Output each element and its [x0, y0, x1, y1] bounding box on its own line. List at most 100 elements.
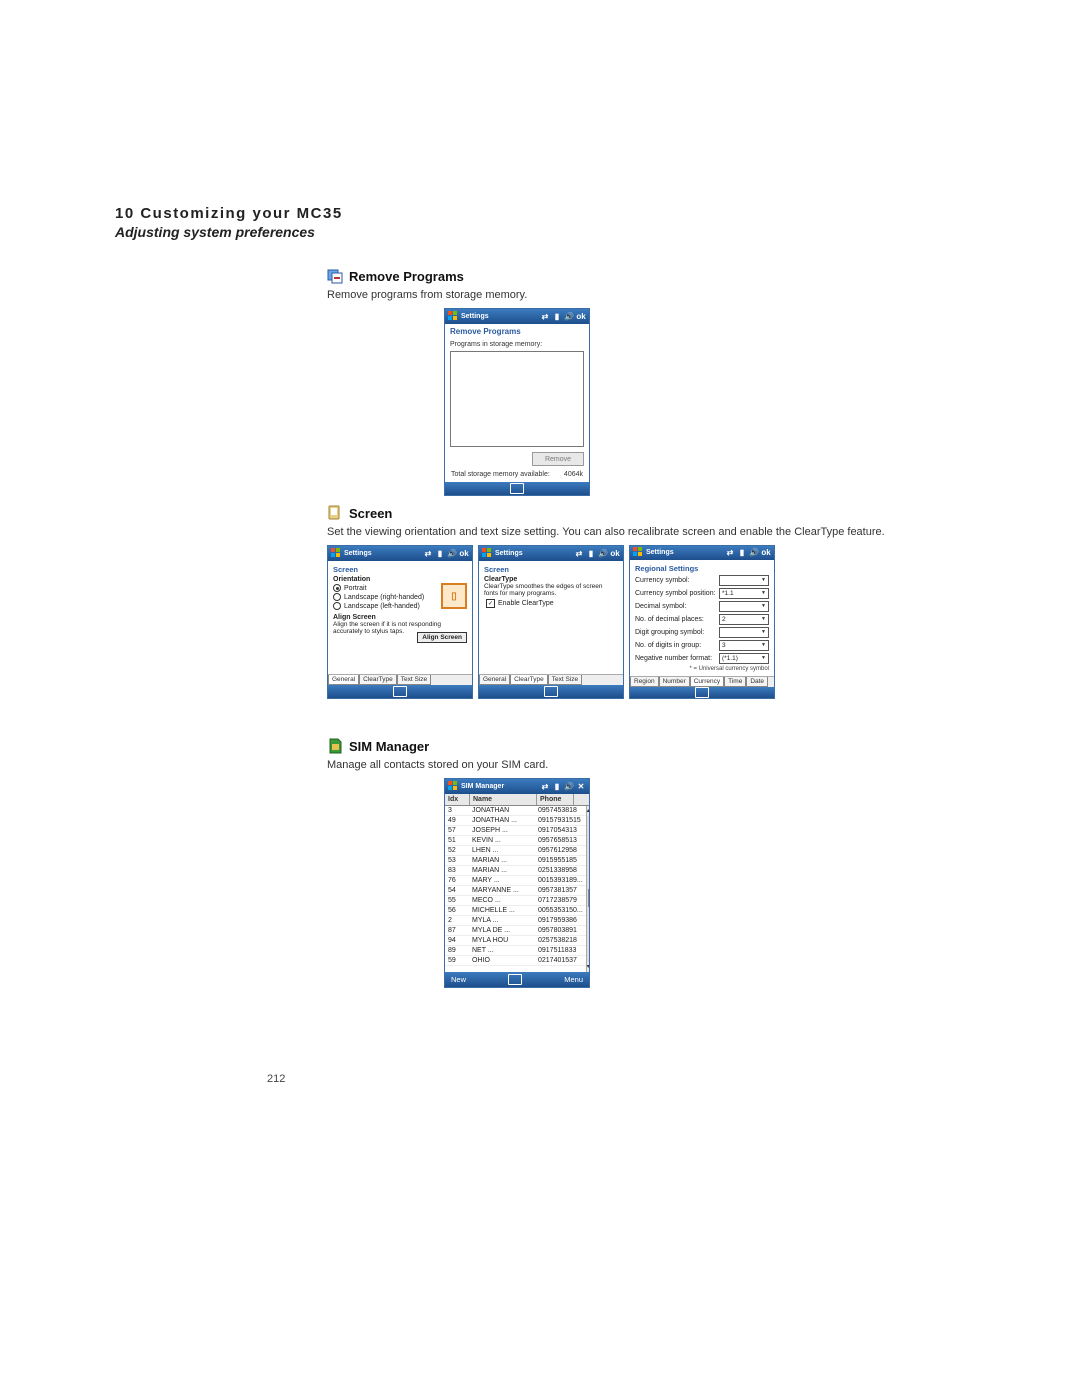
menu-button[interactable]: Menu	[564, 975, 583, 984]
tab-date[interactable]: Date	[746, 677, 768, 687]
keyboard-icon[interactable]	[510, 483, 524, 494]
signal-icon[interactable]: ▮	[435, 549, 445, 558]
ok-button[interactable]: ok	[576, 312, 586, 321]
ok-button[interactable]: ok	[761, 548, 771, 557]
tabs: Region Number Currency Time Date	[630, 676, 774, 687]
connectivity-icon[interactable]: ⇄	[540, 312, 550, 321]
table-row[interactable]: 51KEVIN ...0957658513	[445, 836, 586, 846]
document-page: 10 Customizing your MC35 Adjusting syste…	[0, 0, 1080, 1397]
col-phone[interactable]: Phone	[537, 794, 574, 805]
table-row[interactable]: 3JONATHAN0957453818	[445, 806, 586, 816]
currency-note: * = Universal currency symbol	[635, 666, 769, 672]
scroll-down-icon[interactable]: ▾	[587, 962, 589, 972]
programs-list[interactable]	[450, 351, 584, 447]
section-title-text: Remove Programs	[349, 269, 464, 284]
radio-portrait[interactable]: Portrait	[333, 584, 437, 592]
signal-icon[interactable]: ▮	[552, 782, 562, 791]
scroll-thumb[interactable]	[588, 889, 589, 907]
start-icon[interactable]	[633, 547, 643, 559]
tab-text-size[interactable]: Text Size	[548, 675, 582, 685]
col-name[interactable]: Name	[470, 794, 537, 805]
close-icon[interactable]: ✕	[576, 782, 586, 791]
radio-label: Landscape (right-handed)	[344, 594, 424, 601]
table-row[interactable]: 49JONATHAN ...09157931515	[445, 816, 586, 826]
signal-icon[interactable]: ▮	[737, 548, 747, 557]
table-row[interactable]: 87MYLA DE ...0957803891	[445, 926, 586, 936]
volume-icon[interactable]: 🔊	[598, 549, 608, 558]
tab-cleartype[interactable]: ClearType	[510, 675, 548, 685]
programs-label: Programs in storage memory:	[445, 339, 589, 351]
start-icon[interactable]	[448, 781, 458, 793]
bottom-bar	[479, 685, 623, 698]
digits-in-group-select[interactable]: 3▼	[719, 640, 769, 651]
table-row[interactable]: 76MARY ...0015393189...	[445, 876, 586, 886]
connectivity-icon[interactable]: ⇄	[725, 548, 735, 557]
scroll-up-icon[interactable]: ▴	[587, 806, 589, 816]
volume-icon[interactable]: 🔊	[564, 782, 574, 791]
keyboard-icon[interactable]	[695, 687, 709, 698]
tab-region[interactable]: Region	[630, 677, 659, 687]
new-button[interactable]: New	[451, 975, 466, 984]
tab-number[interactable]: Number	[659, 677, 690, 687]
digit-grouping-select[interactable]: ▼	[719, 627, 769, 638]
currency-position-select[interactable]: *1.1▼	[719, 588, 769, 599]
titlebar: Settings ⇄▮🔊ok	[479, 546, 623, 561]
table-row[interactable]: 55MECO ...0717238579	[445, 896, 586, 906]
panel-title: Screen	[333, 565, 467, 574]
signal-icon[interactable]: ▮	[586, 549, 596, 558]
sim-contact-list[interactable]: 3JONATHAN095745381849JONATHAN ...0915793…	[445, 806, 586, 972]
table-row[interactable]: 57JOSEPH ...0917054313	[445, 826, 586, 836]
tab-text-size[interactable]: Text Size	[397, 675, 431, 685]
table-row[interactable]: 89NET ...0917511833	[445, 946, 586, 956]
radio-landscape-left[interactable]: Landscape (left-handed)	[333, 602, 437, 610]
table-row[interactable]: 52LHEN ...0957612958	[445, 846, 586, 856]
window-title: Settings	[461, 313, 537, 320]
tab-cleartype[interactable]: ClearType	[359, 675, 397, 685]
ok-button[interactable]: ok	[610, 549, 620, 558]
tab-currency[interactable]: Currency	[690, 677, 724, 687]
negative-format-select[interactable]: (*1.1)▼	[719, 653, 769, 664]
scrollbar[interactable]: ▴ ▾	[586, 806, 589, 972]
table-row[interactable]: 94Myla hou0257538218	[445, 936, 586, 946]
signal-icon[interactable]: ▮	[552, 312, 562, 321]
decimal-symbol-select[interactable]: ▼	[719, 601, 769, 612]
table-row[interactable]: 83MARIAN ...0251338958	[445, 866, 586, 876]
negative-format-label: Negative number format:	[635, 655, 712, 662]
table-row[interactable]: 2MYLA ...0917959386	[445, 916, 586, 926]
decimal-places-select[interactable]: 2▼	[719, 614, 769, 625]
tab-general[interactable]: General	[328, 675, 359, 685]
enable-cleartype-checkbox[interactable]: ✓ Enable ClearType	[486, 599, 618, 608]
bottom-bar: New Menu	[445, 972, 589, 987]
table-row[interactable]: 53MARIAN ...0915955185	[445, 856, 586, 866]
connectivity-icon[interactable]: ⇄	[540, 782, 550, 791]
section-sim-manager: SIM Manager Manage all contacts stored o…	[327, 738, 965, 988]
radio-landscape-right[interactable]: Landscape (right-handed)	[333, 593, 437, 601]
table-row[interactable]: 56MICHELLE ...0055353150...	[445, 906, 586, 916]
keyboard-icon[interactable]	[393, 686, 407, 697]
tab-general[interactable]: General	[479, 675, 510, 685]
checkbox-label: Enable ClearType	[498, 600, 554, 607]
connectivity-icon[interactable]: ⇄	[423, 549, 433, 558]
remove-button[interactable]: Remove	[532, 452, 584, 466]
table-row[interactable]: 59OHIO0217401537	[445, 956, 586, 966]
titlebar: Settings ⇄ ▮ 🔊 ok	[445, 309, 589, 324]
keyboard-icon[interactable]	[544, 686, 558, 697]
table-row[interactable]: 54MARYANNE ...0957381357	[445, 886, 586, 896]
keyboard-icon[interactable]	[508, 974, 522, 985]
volume-icon[interactable]: 🔊	[749, 548, 759, 557]
start-icon[interactable]	[448, 311, 458, 323]
volume-icon[interactable]: 🔊	[564, 312, 574, 321]
col-idx[interactable]: Idx	[445, 794, 470, 805]
start-icon[interactable]	[482, 548, 492, 560]
currency-symbol-select[interactable]: ▼	[719, 575, 769, 586]
volume-icon[interactable]: 🔊	[447, 549, 457, 558]
page-header: 10 Customizing your MC35 Adjusting syste…	[115, 205, 965, 240]
cleartype-heading: ClearType	[484, 576, 618, 583]
ok-button[interactable]: ok	[459, 549, 469, 558]
section-screen: Screen Set the viewing orientation and t…	[327, 505, 965, 699]
tabs: General ClearType Text Size	[328, 674, 472, 685]
align-screen-button[interactable]: Align Screen	[417, 632, 467, 643]
start-icon[interactable]	[331, 548, 341, 560]
tab-time[interactable]: Time	[724, 677, 746, 687]
connectivity-icon[interactable]: ⇄	[574, 549, 584, 558]
